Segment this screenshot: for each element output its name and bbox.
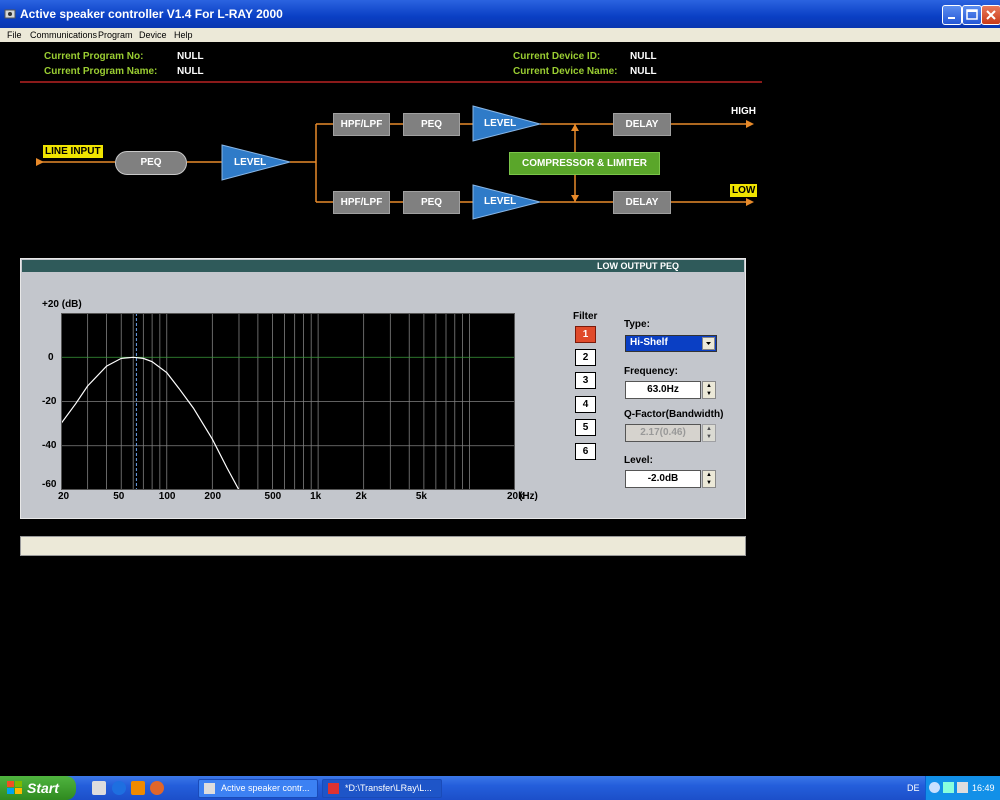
high-delay-block[interactable]: DELAY (613, 113, 671, 136)
filter-button-1[interactable]: 1 (575, 326, 596, 343)
line-input-label: LINE INPUT (43, 145, 103, 158)
high-level-block[interactable]: LEVEL (484, 118, 516, 129)
spin-up-icon[interactable]: ▲ (703, 382, 715, 390)
spin-up-icon[interactable]: ▲ (703, 471, 715, 479)
high-peq-block[interactable]: PEQ (403, 113, 460, 136)
filter-button-4[interactable]: 4 (575, 396, 596, 413)
tray-app-icon[interactable] (957, 782, 968, 793)
filter-button-6[interactable]: 6 (575, 443, 596, 460)
level-field[interactable]: -2.0dB (625, 470, 701, 488)
peq-panel-title: LOW OUTPUT PEQ (597, 261, 679, 271)
low-hpf-lpf-block[interactable]: HPF/LPF (333, 191, 390, 214)
volume-icon[interactable] (943, 782, 954, 793)
low-delay-block[interactable]: DELAY (613, 191, 671, 214)
type-label: Type: (624, 319, 650, 330)
windows-logo-icon (7, 781, 22, 794)
input-level-block[interactable]: LEVEL (234, 157, 266, 168)
x-axis-unit: (Hz) (519, 491, 538, 502)
chevron-down-icon[interactable] (702, 337, 715, 350)
filter-label: Filter (573, 311, 598, 322)
x-tick-label: 50 (113, 491, 125, 502)
high-output-label: HIGH (731, 106, 756, 117)
y-axis-unit: +20 (dB) (42, 299, 82, 310)
spin-down-icon: ▼ (706, 434, 712, 440)
x-tick-label: 5k (415, 491, 427, 502)
q-factor-field: 2.17(0.46) (625, 424, 701, 442)
filter-button-3[interactable]: 3 (575, 372, 596, 389)
low-peq-block[interactable]: PEQ (403, 191, 460, 214)
q-factor-spinner: ▲ ▼ (702, 424, 716, 442)
frequency-label: Frequency: (624, 366, 678, 377)
browser-icon[interactable] (112, 781, 126, 795)
taskbar-button-label: Active speaker contr... (221, 783, 310, 793)
show-desktop-icon[interactable] (92, 781, 106, 795)
level-label: Level: (624, 455, 653, 466)
y-tick-minus20: -20 (42, 396, 57, 407)
x-tick-label: 20 (58, 491, 70, 502)
y-tick-minus60: -60 (42, 479, 57, 490)
low-output-label: LOW (730, 184, 758, 197)
frequency-response-graph[interactable] (61, 313, 515, 490)
start-button[interactable]: Start (0, 776, 76, 800)
type-dropdown-value: Hi-Shelf (630, 337, 668, 348)
frequency-field[interactable]: 63.0Hz (625, 381, 701, 399)
x-tick-label: 200 (204, 491, 222, 502)
q-factor-label: Q-Factor(Bandwidth) (624, 409, 724, 420)
taskbar-button-explorer[interactable]: *D:\Transfer\LRay\L... (322, 779, 442, 798)
frequency-spinner[interactable]: ▲ ▼ (702, 381, 716, 399)
clock[interactable]: 16:49 (972, 783, 995, 793)
firefox-icon[interactable] (150, 781, 164, 795)
spin-up-icon: ▲ (706, 426, 712, 432)
high-hpf-lpf-block[interactable]: HPF/LPF (333, 113, 390, 136)
app-icon (204, 783, 215, 794)
folder-icon (328, 783, 339, 794)
spin-down-icon[interactable]: ▼ (703, 479, 715, 487)
level-spinner[interactable]: ▲ ▼ (702, 470, 716, 488)
filter-button-2[interactable]: 2 (575, 349, 596, 366)
compressor-limiter-block[interactable]: COMPRESSOR & LIMITER (509, 152, 660, 175)
spin-down-icon[interactable]: ▼ (703, 390, 715, 398)
language-indicator[interactable]: DE (907, 783, 920, 793)
x-tick-label: 1k (310, 491, 322, 502)
y-tick-minus40: -40 (42, 440, 57, 451)
x-tick-label: 500 (264, 491, 282, 502)
x-tick-label: 100 (158, 491, 176, 502)
filter-button-5[interactable]: 5 (575, 419, 596, 436)
taskbar-button-speaker-controller[interactable]: Active speaker contr... (198, 779, 318, 798)
network-icon[interactable] (929, 782, 940, 793)
office-icon[interactable] (131, 781, 145, 795)
y-tick-0: 0 (48, 352, 54, 363)
input-peq-block[interactable]: PEQ (115, 151, 187, 175)
type-dropdown[interactable]: Hi-Shelf (625, 335, 717, 352)
low-level-block[interactable]: LEVEL (484, 196, 516, 207)
start-label: Start (27, 780, 59, 796)
taskbar-button-label: *D:\Transfer\LRay\L... (345, 783, 432, 793)
status-bar (20, 536, 746, 556)
x-tick-label: 2k (355, 491, 367, 502)
system-tray: DE 16:49 (907, 776, 1000, 800)
